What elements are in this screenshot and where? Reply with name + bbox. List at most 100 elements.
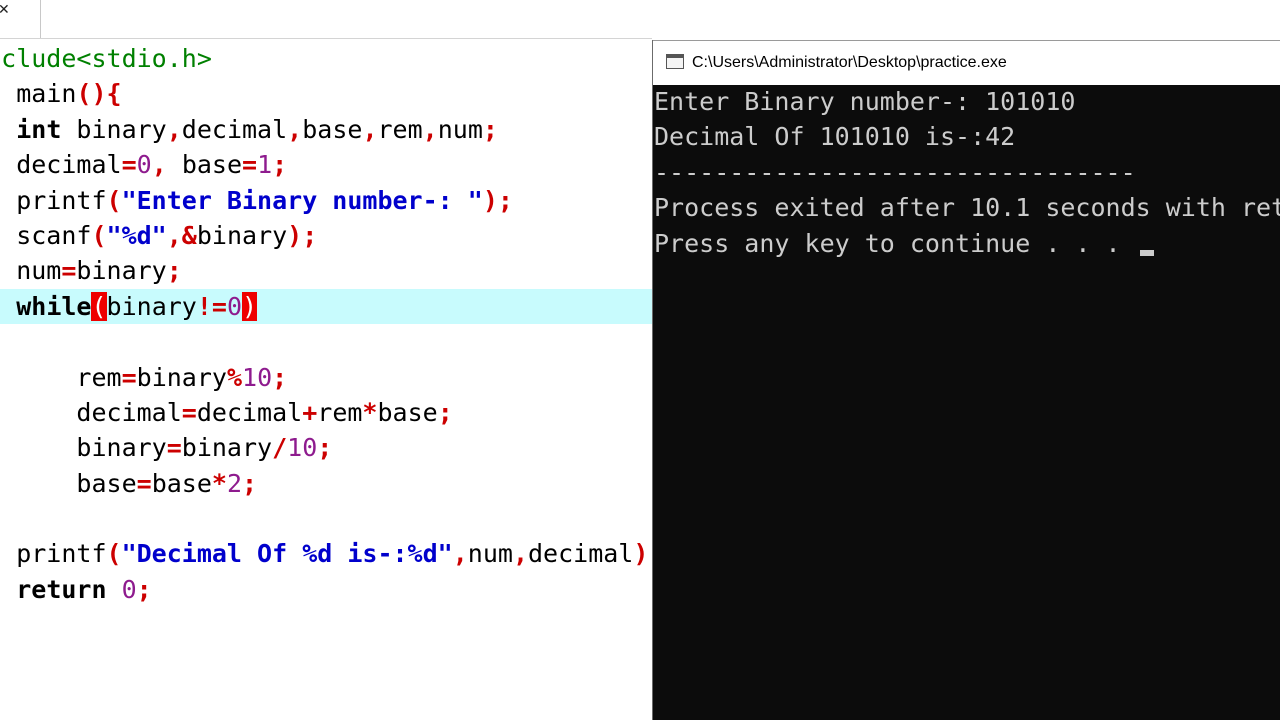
code-token: ,: [151, 150, 167, 180]
close-icon[interactable]: ✕: [0, 2, 10, 18]
code-token: ,: [422, 114, 438, 144]
code-line[interactable]: [0, 501, 652, 536]
code-token: ,: [166, 114, 182, 144]
code-token: num: [16, 256, 62, 286]
code-token: base: [302, 114, 363, 144]
code-token: rem: [76, 362, 122, 392]
console-line: --------------------------------: [654, 155, 1280, 190]
code-token: decimal: [196, 397, 303, 427]
console-output: Enter Binary number-: 101010 Decimal Of 1…: [654, 84, 1280, 261]
code-line[interactable]: base=base*2;: [0, 466, 652, 501]
code-token: ;: [317, 433, 333, 463]
code-line[interactable]: return 0;: [0, 572, 652, 607]
code-token: 1: [257, 150, 273, 180]
code-token: base: [377, 397, 438, 427]
code-token: ,&: [166, 220, 197, 250]
code-token: num: [467, 539, 513, 569]
code-token: =: [136, 468, 152, 498]
code-token: "Decimal Of %d is-:%d": [121, 539, 453, 569]
code-token: binary: [136, 362, 227, 392]
code-token: ;: [166, 256, 182, 286]
code-line[interactable]: binary=binary/10;: [0, 430, 652, 465]
code-token: =: [121, 150, 137, 180]
code-line[interactable]: #include<stdio.h>: [0, 41, 652, 76]
code-editor[interactable]: ✕ #include<stdio.h> int main(){ int binar…: [0, 0, 652, 720]
code-token: );: [633, 539, 652, 569]
code-token: decimal: [528, 539, 634, 569]
code-token: ,: [452, 539, 468, 569]
code-token: binary: [181, 433, 273, 463]
code-token: "Enter Binary number-: ": [121, 185, 483, 215]
code-lines[interactable]: #include<stdio.h> int main(){ int binary,…: [0, 41, 652, 607]
code-token: 10: [287, 433, 318, 463]
code-token: binary: [61, 114, 167, 144]
code-line[interactable]: decimal=decimal+rem*base;: [0, 395, 652, 430]
console-line-text: Enter Binary number-: 101010: [654, 87, 1076, 116]
code-line[interactable]: rem=binary%10;: [0, 360, 652, 395]
code-line[interactable]: [0, 324, 652, 359]
code-line[interactable]: printf("Decimal Of %d is-:%d",num,decima…: [0, 536, 652, 571]
code-line-current[interactable]: while(binary!=0): [0, 288, 652, 325]
code-token: =: [181, 397, 197, 427]
code-token: ;: [482, 114, 498, 144]
code-token: (: [91, 291, 107, 321]
code-token: return: [16, 574, 107, 604]
console-line: Process exited after 10.1 seconds with r…: [654, 190, 1280, 225]
code-token: 10: [242, 362, 273, 392]
code-token: %: [226, 362, 243, 392]
code-token: ;: [272, 362, 288, 392]
code-token: decimal: [16, 150, 122, 180]
console-title: C:\Users\Administrator\Desktop\practice.…: [692, 54, 1007, 71]
code-token: base: [151, 468, 212, 498]
code-token: 2: [226, 468, 243, 498]
code-token: (: [106, 539, 122, 569]
code-token: (: [91, 220, 107, 250]
console-line: Press any key to continue . . .: [654, 226, 1280, 261]
editor-tab[interactable]: ✕: [0, 0, 41, 38]
code-token: int: [16, 114, 62, 144]
console-line: Enter Binary number-: 101010: [654, 84, 1280, 119]
code-token: ,: [287, 114, 303, 144]
console-line-text: Press any key to continue . . .: [654, 228, 1136, 258]
console-window[interactable]: C:\Users\Administrator\Desktop\practice.…: [652, 40, 1280, 720]
code-token: ;: [242, 468, 258, 498]
code-token: base: [166, 150, 243, 180]
console-line-text: --------------------------------: [654, 157, 1136, 187]
code-token: );: [482, 185, 513, 215]
code-line[interactable]: decimal=0, base=1;: [0, 147, 652, 182]
console-line-text: Decimal Of 101010 is-:42: [654, 122, 1016, 152]
code-token: );: [287, 220, 318, 250]
code-token: =: [242, 150, 258, 180]
code-token: while: [16, 291, 92, 321]
code-line[interactable]: int main(){: [0, 76, 652, 111]
code-token: "%d": [106, 220, 167, 250]
code-line[interactable]: int binary,decimal,base,rem,num;: [0, 112, 652, 147]
code-token: =: [61, 256, 77, 286]
code-line[interactable]: printf("Enter Binary number-: ");: [0, 183, 652, 218]
code-token: ;: [136, 574, 152, 604]
code-line[interactable]: num=binary;: [0, 253, 652, 288]
code-token: ): [242, 291, 258, 321]
code-token: ;: [272, 150, 288, 180]
code-token: printf: [16, 185, 107, 215]
code-token: rem: [377, 114, 423, 144]
code-line[interactable]: scanf("%d",&binary);: [0, 218, 652, 253]
code-token: 0: [226, 291, 243, 321]
code-token: num: [437, 114, 483, 144]
code-token: 0: [121, 574, 137, 604]
code-token: rem: [317, 397, 363, 427]
code-token: ,: [362, 114, 378, 144]
code-token: binary: [106, 291, 197, 321]
console-title-bar[interactable]: C:\Users\Administrator\Desktop\practice.…: [653, 40, 1280, 85]
code-token: (){: [76, 79, 122, 109]
code-token: /: [272, 433, 288, 463]
code-token: !=: [196, 291, 227, 321]
code-token: ,: [512, 539, 528, 569]
code-token: base: [76, 468, 137, 498]
code-token: ;: [437, 397, 453, 427]
console-window-icon: [666, 54, 684, 69]
